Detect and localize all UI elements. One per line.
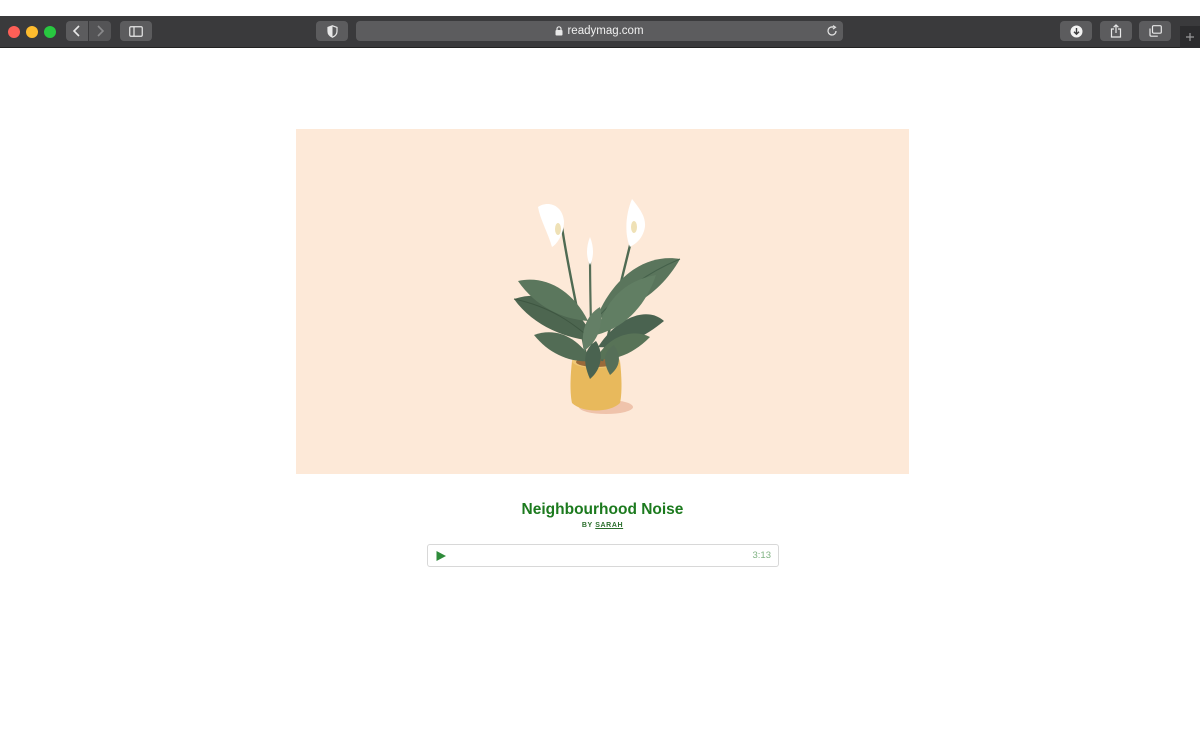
chevron-right-icon — [97, 25, 105, 37]
share-button[interactable] — [1100, 21, 1132, 41]
track-title: Neighbourhood Noise — [521, 501, 684, 518]
chevron-left-icon — [72, 25, 80, 37]
privacy-report-button[interactable] — [316, 21, 348, 41]
shield-icon — [326, 24, 338, 38]
hero-image — [296, 129, 909, 474]
download-icon — [1070, 25, 1082, 37]
byline-prefix: BY — [581, 522, 593, 529]
potted-plant-illustration — [513, 199, 681, 414]
lock-icon — [555, 26, 563, 36]
plus-icon — [1186, 33, 1194, 41]
tabs-icon — [1148, 25, 1162, 37]
sidebar-toggle-button[interactable] — [120, 21, 152, 41]
url-text: readymag.com — [567, 25, 644, 37]
back-button[interactable] — [66, 21, 88, 41]
author-link[interactable]: SARAH — [595, 522, 623, 529]
play-icon[interactable] — [435, 550, 447, 562]
share-icon — [1110, 24, 1122, 38]
reload-icon[interactable] — [826, 25, 838, 37]
forward-button[interactable] — [89, 21, 111, 41]
tab-overview-button[interactable] — [1139, 21, 1171, 41]
sidebar-icon — [129, 25, 143, 37]
close-window-button[interactable] — [8, 26, 20, 38]
track-duration: 3:13 — [752, 550, 772, 561]
address-bar[interactable]: readymag.com — [356, 21, 843, 41]
zoom-window-button[interactable] — [44, 26, 56, 38]
downloads-button[interactable] — [1060, 21, 1092, 41]
new-tab-button[interactable] — [1180, 26, 1200, 48]
window-top-edge — [0, 0, 1200, 16]
minimize-window-button[interactable] — [26, 26, 38, 38]
byline: BY SARAH — [300, 522, 905, 529]
audio-player: 3:13 — [427, 544, 779, 567]
